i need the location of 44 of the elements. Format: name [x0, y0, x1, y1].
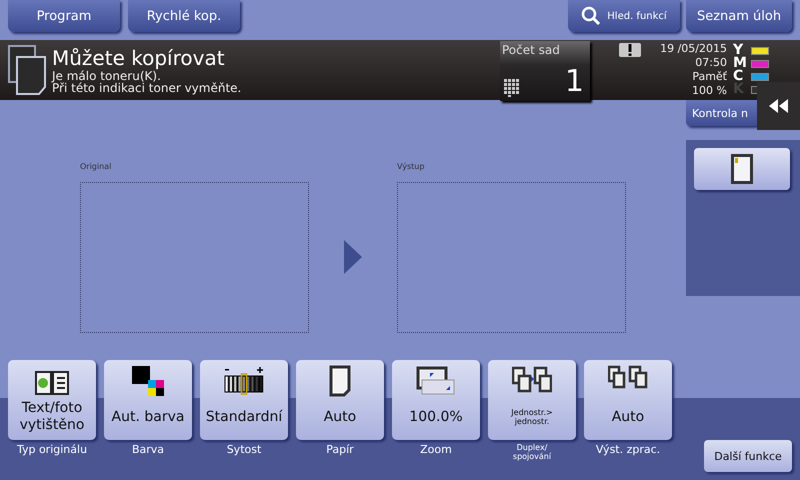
search-icon [581, 6, 602, 26]
page-button[interactable] [694, 148, 790, 190]
function-button[interactable]: Jednostr.> jednostr. [488, 360, 576, 440]
top-button[interactable]: Rychlé kop. [128, 0, 240, 32]
warning-icon[interactable] [619, 43, 641, 57]
search-button[interactable]: Hled. funkcí [568, 0, 680, 32]
output-label: Výstup [397, 162, 426, 171]
function-button[interactable]: Standardní [200, 360, 288, 440]
function-label: Papír [326, 443, 354, 456]
keypad-icon [504, 79, 520, 97]
copies-label: Počet sad [501, 42, 561, 57]
more-functions-button[interactable]: Další funkce [704, 440, 792, 472]
function-label: Sytost [226, 443, 262, 456]
function-label: Duplex/ spojování [512, 443, 552, 461]
page-icon [731, 154, 753, 184]
density-scale-icon [224, 364, 264, 398]
date-text: 19 /05/2015 [660, 42, 727, 56]
collapse-panel-button[interactable] [757, 82, 800, 130]
arrow-icon [344, 240, 362, 274]
copies-counter[interactable]: Počet sad 1 [500, 41, 590, 101]
function-label: Typ originálu [16, 443, 88, 456]
copies-value: 1 [564, 67, 584, 97]
time-text: 07:50 [695, 56, 727, 70]
function-button[interactable]: Auto [584, 360, 672, 440]
memory-label: Paměť [692, 70, 727, 84]
double-arrow-icon [768, 99, 788, 113]
function-button[interactable]: Text/foto vytištěno [8, 360, 96, 440]
job-list-button[interactable]: Seznam úloh [686, 0, 792, 32]
original-label: Original [80, 162, 112, 171]
function-button[interactable]: Aut. barva [104, 360, 192, 440]
status-message: Je málo toneru(K). Při této indikaci toner vyměňte. [52, 70, 242, 94]
function-button[interactable]: Auto [296, 360, 384, 440]
copy-icon [8, 45, 46, 95]
function-label: Barva [132, 443, 164, 456]
status-title: Můžete kopírovat [52, 46, 226, 70]
toner-letter: M [733, 57, 745, 70]
top-button[interactable]: Program [8, 0, 120, 32]
function-button[interactable]: 100.0% [392, 360, 480, 440]
toner-letter: Y [733, 44, 744, 57]
function-label: Výst. zprac. [596, 443, 660, 456]
memory-value: 100 % [692, 84, 727, 98]
function-label: Zoom [420, 443, 452, 456]
check-button[interactable]: Kontrola n [686, 100, 758, 126]
toner-letter: C [733, 70, 744, 83]
